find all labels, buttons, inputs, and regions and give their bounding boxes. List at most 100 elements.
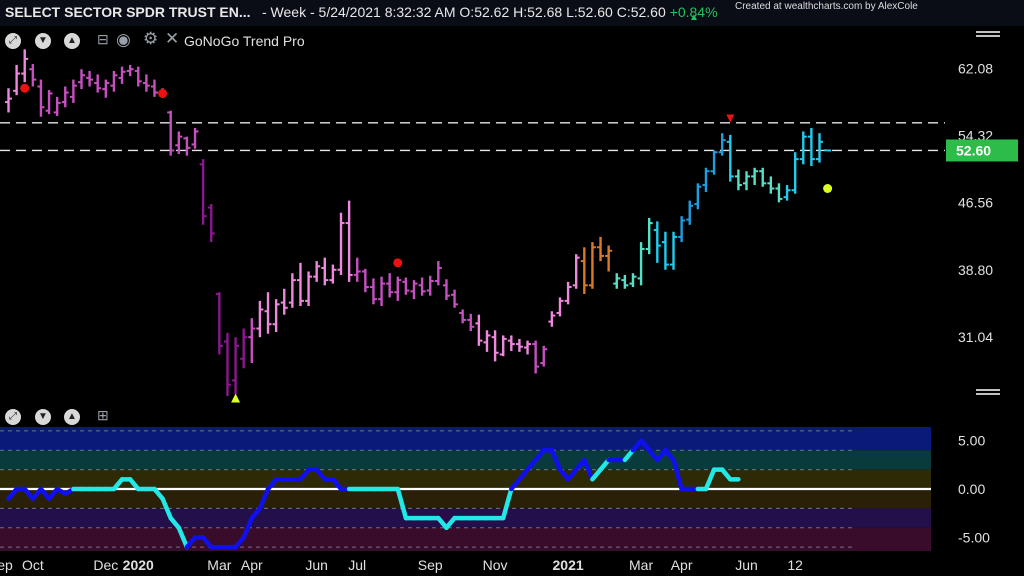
- price-bar: [442, 279, 450, 301]
- price-bar: [313, 261, 321, 282]
- price-bar: [264, 292, 272, 334]
- price-bar: [94, 74, 102, 93]
- price-bar: [418, 277, 426, 296]
- price-bar: [321, 257, 329, 286]
- price-bar: [548, 311, 556, 327]
- price-bar: [653, 221, 661, 263]
- price-bar: [588, 242, 596, 289]
- price-bar: [86, 70, 94, 87]
- signal-triangle-up: [231, 393, 241, 403]
- oscillator-tick-label: 0.00: [958, 481, 985, 497]
- price-bar: [645, 217, 653, 255]
- price-bar: [580, 247, 588, 294]
- price-bar: [69, 79, 77, 103]
- price-bar: [734, 169, 742, 191]
- price-bar: [507, 335, 515, 352]
- price-bar: [426, 275, 434, 296]
- price-bar: [167, 110, 175, 156]
- price-bar: [816, 133, 823, 163]
- price-bar: [232, 337, 240, 395]
- x-axis-label: Jun: [305, 557, 328, 573]
- price-tick-label: 38.80: [958, 262, 993, 278]
- price-bar: [345, 200, 353, 282]
- price-bar: [272, 299, 280, 332]
- price-bar: [824, 149, 832, 152]
- price-bar: [670, 231, 678, 270]
- price-bar: [532, 340, 540, 374]
- price-bar: [394, 276, 402, 301]
- price-bar: [686, 200, 694, 225]
- x-axis-label: Apr: [671, 557, 693, 573]
- price-bar: [118, 66, 126, 84]
- signal-dot: [158, 88, 168, 98]
- price-bar: [378, 276, 386, 307]
- price-bar: [807, 127, 815, 167]
- price-bar: [499, 335, 507, 357]
- price-bar: [402, 277, 410, 295]
- price-bar: [215, 292, 223, 355]
- price-bar: [53, 96, 61, 116]
- price-bar: [150, 79, 158, 97]
- price-bar: [475, 314, 483, 346]
- oscillator-band: [0, 489, 931, 509]
- price-bar: [751, 167, 759, 186]
- price-bar: [410, 280, 418, 300]
- price-bar: [37, 79, 45, 117]
- price-bar: [240, 328, 248, 369]
- price-bar: [483, 330, 491, 352]
- x-axis-label: Dec: [93, 557, 118, 573]
- price-bar: [718, 133, 726, 156]
- price-bar: [305, 271, 313, 307]
- price-bar: [459, 309, 467, 324]
- price-bar: [678, 216, 686, 243]
- price-bar: [799, 131, 807, 165]
- signal-dot: [20, 83, 30, 93]
- price-bar: [605, 245, 613, 272]
- price-bar: [540, 345, 548, 367]
- price-bar: [556, 297, 564, 317]
- x-axis-label: Sep: [0, 557, 13, 573]
- signal-dot: [823, 184, 833, 194]
- price-bar: [134, 66, 142, 87]
- price-bar: [191, 127, 199, 149]
- oscillator-tick-label: -5.00: [958, 529, 990, 545]
- price-bar: [783, 185, 791, 201]
- price-bar: [337, 212, 345, 275]
- price-bar: [386, 273, 394, 298]
- price-panel: [0, 49, 945, 403]
- x-axis-label: Mar: [629, 557, 653, 573]
- price-bar: [256, 300, 264, 338]
- price-bar: [61, 86, 69, 108]
- price-bar: [248, 318, 256, 364]
- price-bar: [183, 136, 191, 156]
- price-bar: [743, 171, 751, 191]
- price-bar: [515, 338, 523, 352]
- x-axis-label: 2020: [123, 557, 154, 573]
- x-axis-label: Nov: [483, 557, 508, 573]
- price-bar: [5, 88, 12, 113]
- price-bar: [710, 150, 718, 175]
- price-bar: [77, 69, 85, 90]
- price-bar: [13, 64, 21, 96]
- price-bar: [102, 79, 110, 98]
- x-axis-label: Jun: [735, 557, 758, 573]
- x-axis-label: Sep: [418, 557, 443, 573]
- x-axis-label: Mar: [207, 557, 231, 573]
- price-bar: [45, 89, 53, 115]
- price-bar: [110, 70, 118, 92]
- x-axis-label: Oct: [22, 557, 44, 573]
- price-bar: [491, 330, 499, 362]
- price-bar: [637, 242, 645, 286]
- price-bar: [564, 281, 572, 305]
- price-bar: [142, 74, 150, 92]
- price-bar: [451, 289, 459, 308]
- price-bar: [434, 261, 442, 286]
- price-bar: [21, 49, 29, 83]
- price-bar: [694, 183, 702, 210]
- price-bar: [329, 264, 337, 284]
- price-tick-label: 62.08: [958, 61, 993, 77]
- price-bar: [661, 231, 669, 270]
- oscillator-band: [0, 469, 931, 489]
- oscillator-band: [0, 450, 931, 470]
- price-bar: [207, 204, 215, 243]
